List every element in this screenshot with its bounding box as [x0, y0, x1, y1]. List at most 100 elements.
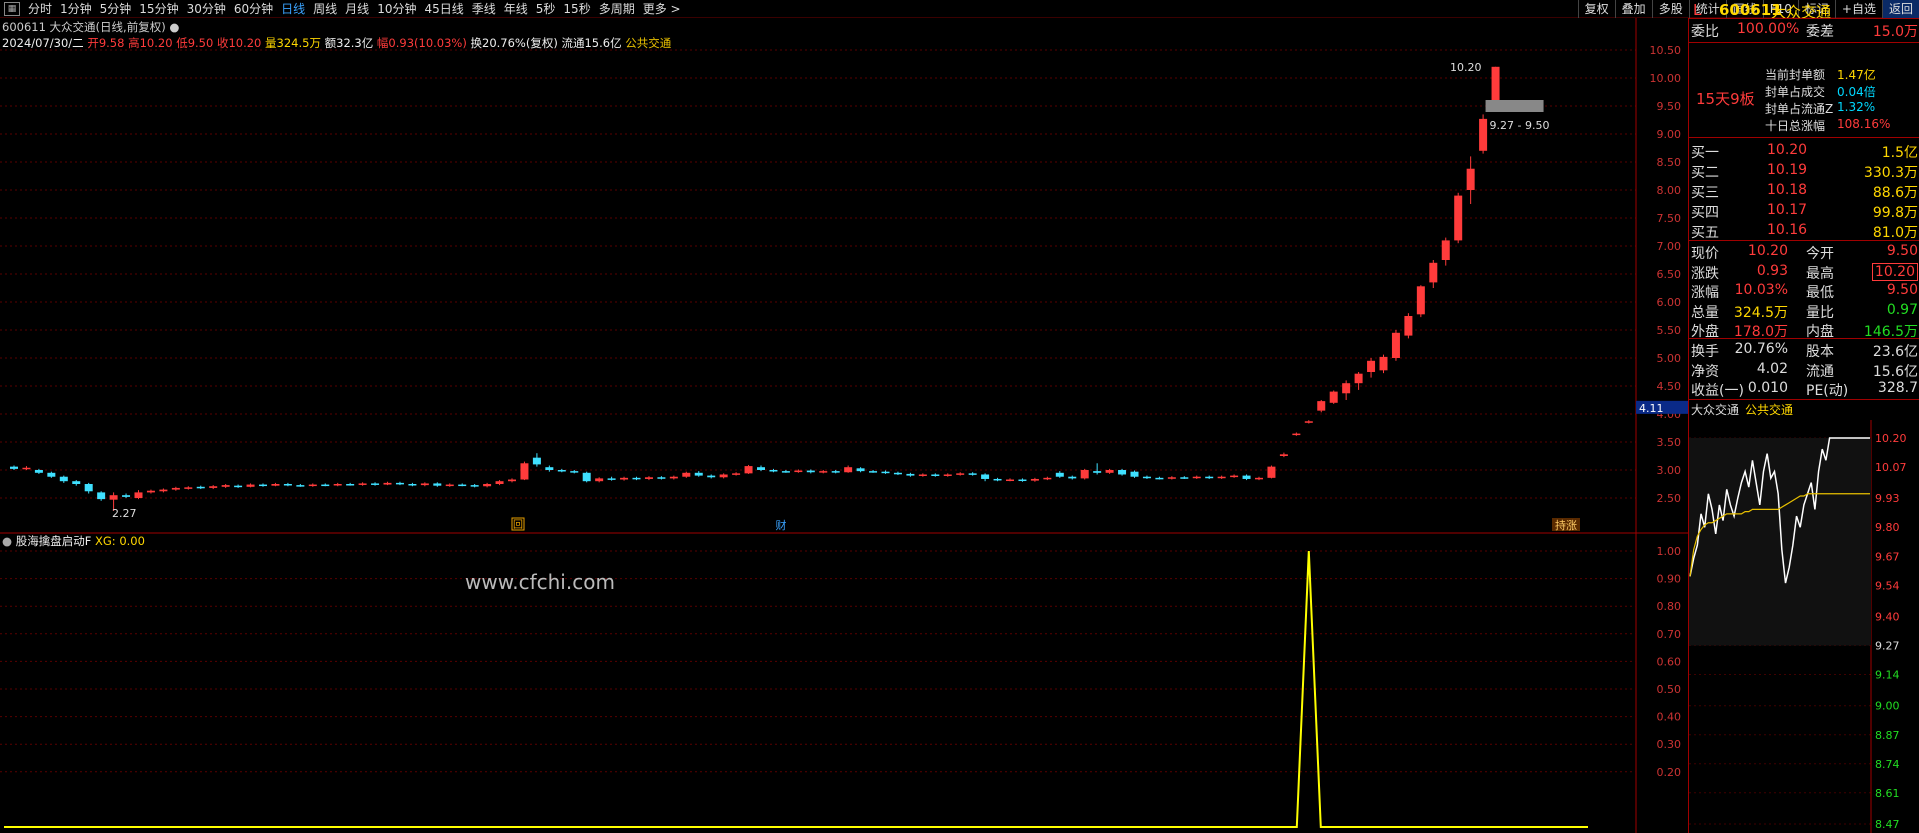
candle-body	[644, 477, 653, 479]
candle-body	[458, 484, 467, 487]
mini-tick-label: 10.07	[1875, 461, 1907, 474]
fund-value: 4.02	[1756, 360, 1788, 377]
period-tab[interactable]: 45日线	[420, 0, 467, 18]
collapse-icon[interactable]: ●	[2, 534, 12, 548]
candle-body	[669, 476, 678, 479]
candle-body	[209, 486, 218, 488]
toolbar-button[interactable]: 多股	[1651, 0, 1689, 18]
candle-body	[1080, 470, 1089, 479]
y-tick-label: 0.40	[1657, 711, 1682, 724]
seal-value: 1.32%	[1837, 100, 1876, 114]
candle-body	[856, 468, 865, 472]
candle-body	[657, 477, 666, 479]
collapse-icon[interactable]: ●	[169, 20, 179, 34]
quote-label: 总量	[1691, 304, 1719, 321]
period-tab[interactable]: 多周期	[595, 0, 639, 18]
candle-body	[781, 471, 790, 473]
candle-body	[97, 492, 106, 500]
candle-body	[1093, 471, 1102, 473]
period-tab[interactable]: 15秒	[559, 0, 594, 18]
candle-body	[271, 484, 280, 486]
quote-value: 10.03%	[1734, 282, 1788, 298]
lock-icon[interactable]: L	[1693, 1, 1701, 19]
toolbar-button[interactable]: 复权	[1577, 0, 1615, 18]
period-tab[interactable]: 月线	[341, 0, 373, 18]
bid-label: 买一	[1691, 145, 1719, 161]
kline-chart[interactable]: 10.50 10.00 9.50 9.00 8.50 8.00 7.50 7.00 6.50 6.…	[0, 18, 1688, 833]
bid-row: 买五 10.16 81.0万	[1689, 222, 1919, 241]
seal-value: 1.47亿	[1837, 68, 1876, 82]
quote-value: 324.5万	[1733, 304, 1788, 321]
candle-body	[1491, 66, 1500, 102]
fund-row: 净资 4.02 流通 15.6亿	[1689, 361, 1919, 380]
quote-label: 涨跌	[1691, 265, 1719, 282]
candle-body	[1354, 373, 1363, 384]
bid-volume: 99.8万	[1872, 205, 1918, 221]
candle-body	[1404, 316, 1413, 336]
quote-label: 涨幅	[1691, 285, 1719, 301]
candle-body	[981, 474, 990, 479]
candle-body	[146, 490, 155, 493]
quote-row: 现价 10.20 今开 9.50	[1689, 243, 1919, 262]
y-tick-label: 5.00	[1657, 352, 1682, 365]
period-tab[interactable]: 60分钟	[230, 0, 277, 18]
candle-body	[159, 489, 168, 492]
min-price-label: 2.27	[112, 507, 137, 520]
period-tab[interactable]: 周线	[309, 0, 341, 18]
bid-label: 买五	[1691, 225, 1719, 241]
quote-row: 涨跌 0.93 最高 10.20	[1689, 262, 1919, 282]
y-tick-label: 10.50	[1650, 44, 1682, 57]
candle-body	[1317, 401, 1326, 411]
candle-body	[84, 484, 93, 492]
period-tab[interactable]: 年线	[500, 0, 532, 18]
mini-tick-label: 9.54	[1875, 579, 1900, 592]
period-tab[interactable]: 10分钟	[373, 0, 420, 18]
period-tab[interactable]: 30分钟	[183, 0, 230, 18]
y-tick-label: 8.50	[1657, 156, 1682, 169]
fund-label: 流通	[1806, 363, 1834, 380]
candle-body	[1068, 476, 1077, 479]
intraday-mini-chart[interactable]: 大众交通 公共交通 10.20 10.07 9.93 9.80 9.67 9.54 9.40 9.…	[1689, 400, 1919, 833]
period-tab[interactable]: 更多 >	[639, 0, 685, 18]
period-tab[interactable]: 日线	[277, 0, 309, 18]
seal-label: 当前封单额	[1765, 68, 1826, 82]
toolbar-button[interactable]: 叠加	[1614, 0, 1652, 18]
candle-body	[620, 477, 629, 480]
candle-body	[321, 484, 330, 487]
fund-label: 收益(一)	[1691, 383, 1744, 399]
candle-body	[259, 484, 267, 487]
candle-body	[545, 467, 554, 470]
grid-icon[interactable]: ▦	[4, 2, 20, 16]
y-tick-label: 0.70	[1657, 628, 1682, 641]
candle-body	[358, 483, 367, 485]
candle-body	[1055, 472, 1064, 477]
fund-value: 20.76%	[1734, 341, 1788, 357]
period-tab[interactable]: 1分钟	[56, 0, 96, 18]
bid-price: 10.19	[1767, 162, 1808, 178]
period-tab[interactable]: 5分钟	[96, 0, 136, 18]
period-tab[interactable]: 15分钟	[135, 0, 182, 18]
candle-body	[508, 479, 516, 482]
quote-row: 涨幅 10.03% 最低 9.50	[1689, 282, 1919, 301]
watermark: www.cfchi.com	[465, 570, 615, 594]
fund-label: 股本	[1806, 344, 1834, 360]
candle-body	[931, 474, 940, 476]
candle-body	[719, 474, 728, 478]
period-tab[interactable]: 分时	[24, 0, 56, 18]
bid-volume: 1.5亿	[1881, 145, 1918, 161]
candle-body	[1329, 391, 1338, 403]
candle-body	[1006, 479, 1014, 482]
candle-body	[1454, 195, 1463, 241]
bid-volume: 81.0万	[1872, 225, 1918, 241]
period-tab[interactable]: 5秒	[532, 0, 560, 18]
candle-body	[1242, 475, 1251, 479]
y-tick-label: 4.50	[1657, 380, 1682, 393]
mini-tick-label: 9.93	[1875, 492, 1900, 505]
candle-body	[582, 472, 591, 482]
candle-body	[1018, 479, 1027, 482]
period-tab[interactable]: 季线	[468, 0, 500, 18]
fund-label: 换手	[1691, 344, 1719, 360]
current-price-label: 4.11	[1639, 402, 1664, 415]
seal-label: 封单占成交	[1765, 85, 1826, 99]
quote-value: 9.50	[1886, 243, 1918, 259]
